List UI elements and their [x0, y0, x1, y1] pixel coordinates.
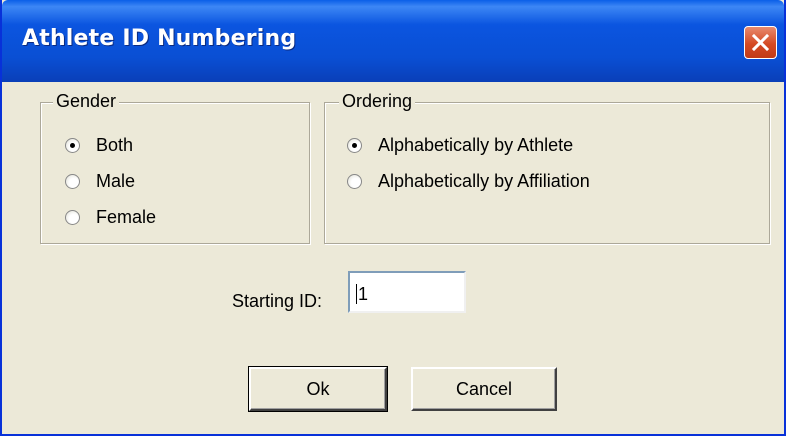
dialog-window: Athlete ID Numbering Gender Both Male Fe…: [0, 0, 786, 436]
starting-id-label: Starting ID:: [232, 291, 323, 311]
gender-option-male[interactable]: Male: [65, 169, 135, 193]
gender-legend: Gender: [53, 91, 120, 112]
radio-icon: [65, 173, 80, 189]
starting-id-input[interactable]: 1: [348, 271, 466, 313]
ok-button-label: Ok: [306, 378, 330, 399]
starting-id-value: 1: [358, 284, 369, 304]
gender-option-both[interactable]: Both: [65, 133, 133, 157]
ok-button[interactable]: Ok: [248, 366, 388, 412]
text-caret: [356, 284, 357, 304]
radio-icon: [65, 137, 80, 153]
ordering-group: Ordering Alphabetically by Athlete Alpha…: [324, 91, 770, 244]
cancel-button-label: Cancel: [455, 378, 513, 399]
ordering-legend: Ordering: [339, 91, 416, 112]
gender-option-label: Male: [96, 170, 136, 191]
ordering-option-label: Alphabetically by Athlete: [378, 134, 574, 155]
ordering-option-athlete[interactable]: Alphabetically by Athlete: [347, 133, 573, 157]
window-title: Athlete ID Numbering: [22, 26, 297, 51]
radio-icon: [65, 209, 80, 225]
dialog-client: Gender Both Male Female Ordering Alphabe…: [2, 82, 784, 434]
close-icon: [751, 33, 770, 52]
gender-option-label: Both: [96, 134, 134, 155]
title-bar[interactable]: Athlete ID Numbering: [2, 0, 784, 82]
cancel-button[interactable]: Cancel: [411, 367, 557, 411]
gender-group: Gender Both Male Female: [40, 91, 310, 244]
ordering-option-affiliation[interactable]: Alphabetically by Affiliation: [347, 169, 590, 193]
close-button[interactable]: [744, 26, 777, 59]
ordering-option-label: Alphabetically by Affiliation: [378, 170, 590, 191]
radio-icon: [347, 173, 362, 189]
gender-option-female[interactable]: Female: [65, 205, 156, 229]
gender-option-label: Female: [96, 206, 157, 227]
radio-icon: [347, 137, 362, 153]
